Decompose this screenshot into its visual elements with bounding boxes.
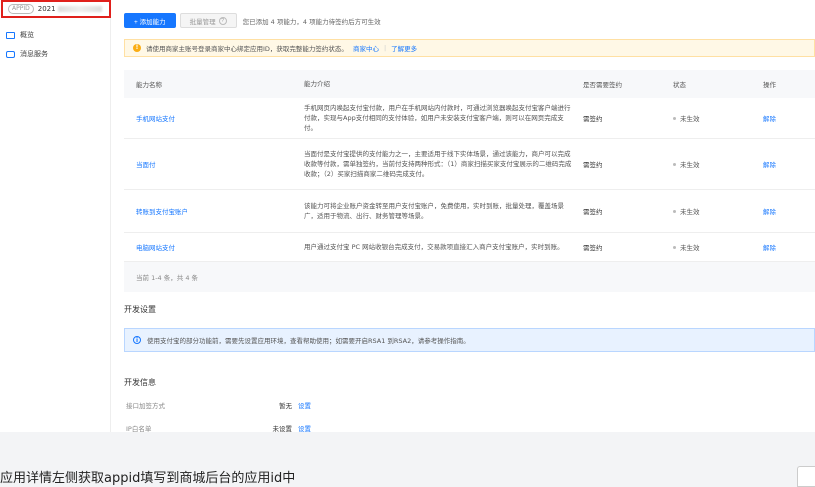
toolbar-hint: 您已添加 4 项能力，4 项能力待签约后方可生效: [242, 17, 381, 26]
ability-desc: 用户通过支付宝 PC 网站收银台完成支付，交易款项直接汇入商户支付宝账户，实时到…: [304, 243, 564, 251]
sidebar-item-label: 消息服务: [20, 50, 48, 58]
set-signing-link[interactable]: 设置: [298, 400, 311, 410]
sign-required: 需签约: [583, 115, 603, 123]
sign-required: 需签约: [583, 161, 603, 169]
unbind-link[interactable]: 解除: [763, 206, 815, 216]
message-icon: [6, 50, 15, 58]
learn-more-link[interactable]: 了解更多: [391, 43, 417, 53]
table-pagination: 当前 1-4 条，共 4 条: [124, 262, 815, 292]
divider: |: [383, 44, 387, 52]
sign-required: 需签约: [583, 208, 603, 216]
field-value: 未设置: [272, 425, 293, 433]
app-id-selector[interactable]: APPID 2021: [1, 0, 111, 18]
header-status: 状态: [673, 81, 686, 89]
status-badge: 未生效: [673, 159, 763, 169]
dev-settings-title: 开发设置: [124, 305, 156, 314]
status-text: 未生效: [680, 161, 700, 169]
ability-desc: 该能力可将企业账户资金转至用户支付宝账户，免费使用，实时到账，批量处理，覆盖场景…: [304, 202, 564, 220]
header-sign: 是否需要签约: [583, 81, 622, 89]
status-dot-icon: [673, 245, 676, 249]
batch-manage-label: 批量管理: [189, 18, 216, 26]
sidebar-item-label: 概览: [20, 31, 34, 39]
status-badge: 未生效: [673, 242, 763, 252]
sidebar: APPID 2021 概览 消息服务: [0, 0, 111, 432]
field-label: 接口加签方式: [126, 402, 165, 410]
table-row: 转账到支付宝账户 该能力可将企业账户资金转至用户支付宝账户，免费使用，实时到账，…: [124, 190, 815, 233]
question-icon: ?: [218, 16, 227, 25]
main-content: + 添加能力 批量管理 ? 您已添加 4 项能力，4 项能力待签约后方可生效 !…: [112, 0, 815, 433]
status-text: 未生效: [680, 208, 700, 216]
status-badge: 未生效: [673, 206, 763, 216]
ability-name-link[interactable]: 手机网站支付: [124, 113, 304, 123]
unbind-link[interactable]: 解除: [763, 113, 815, 123]
header-desc: 能力介绍: [304, 80, 330, 88]
table-row: 当面付 当面付是支付宝提供的支付能力之一，主要适用于线下实体场景，通过该能力，商…: [124, 139, 815, 190]
table-header: 能力名称 能力介绍 是否需要签约 状态 操作: [124, 70, 815, 98]
sign-required: 需签约: [583, 244, 603, 252]
status-text: 未生效: [680, 244, 700, 252]
info-notice: i 使用支付宝的部分功能前，需要先设置应用环境，查看帮助使用；如需要开启RSA1…: [124, 328, 815, 352]
unbind-link[interactable]: 解除: [763, 242, 815, 252]
info-icon: i: [133, 336, 141, 344]
warning-notice: ! 请使用商家主账号登录商家中心绑定应用ID，获取完整能力签约状态。 商家中心 …: [124, 39, 815, 57]
status-dot-icon: [673, 116, 676, 120]
ip-whitelist-row: IP白名单 未设置 设置: [126, 423, 311, 433]
app-tag: APPID: [8, 4, 34, 14]
app-id-blurred: [57, 6, 102, 12]
status-dot-icon: [673, 162, 676, 166]
info-text: 使用支付宝的部分功能前，需要先设置应用环境，查看帮助使用；如需要开启RSA1 到…: [147, 337, 470, 345]
add-ability-button[interactable]: + 添加能力: [124, 13, 176, 28]
ability-name-link[interactable]: 当面付: [124, 159, 304, 169]
status-badge: 未生效: [673, 113, 763, 123]
warning-icon: !: [133, 44, 141, 52]
ability-name-link[interactable]: 电脑网站支付: [124, 242, 304, 252]
corner-button[interactable]: [797, 466, 815, 487]
ability-table: 能力名称 能力介绍 是否需要签约 状态 操作 手机网站支付 手机网页内唤起支付宝…: [124, 70, 815, 292]
sidebar-item-overview[interactable]: 概览: [6, 30, 34, 40]
field-value: 暂无: [279, 402, 292, 410]
unbind-link[interactable]: 解除: [763, 159, 815, 169]
field-label: IP白名单: [126, 425, 152, 433]
signing-method-row: 接口加签方式 暂无 设置: [126, 400, 311, 410]
ability-name-link[interactable]: 转账到支付宝账户: [124, 206, 304, 216]
dev-info-title: 开发信息: [124, 378, 156, 387]
batch-manage-button[interactable]: 批量管理 ?: [179, 13, 237, 28]
ability-desc: 手机网页内唤起支付宝付款，用户在手机网站内付款时，可通过浏览器唤起支付宝客户端进…: [304, 104, 571, 132]
header-action: 操作: [763, 81, 776, 89]
status-dot-icon: [673, 209, 676, 213]
notice-text: 请使用商家主账号登录商家中心绑定应用ID，获取完整能力签约状态。: [146, 45, 348, 53]
toolbar: + 添加能力 批量管理 ? 您已添加 4 项能力，4 项能力待签约后方可生效: [124, 13, 381, 28]
table-row: 手机网站支付 手机网页内唤起支付宝付款，用户在手机网站内付款时，可通过浏览器唤起…: [124, 98, 815, 139]
ability-desc: 当面付是支付宝提供的支付能力之一，主要适用于线下实体场景，通过该能力，商户可以完…: [304, 150, 572, 178]
app-window: APPID 2021 概览 消息服务 + 添加能力 批量管理 ? 您已添加 4 …: [0, 0, 815, 433]
sidebar-item-messages[interactable]: 消息服务: [6, 49, 48, 59]
header-name: 能力名称: [136, 81, 162, 89]
merchant-center-link[interactable]: 商家中心: [353, 43, 379, 53]
set-ip-link[interactable]: 设置: [298, 423, 311, 433]
status-text: 未生效: [680, 115, 700, 123]
app-id-value: 2021: [37, 5, 56, 13]
monitor-icon: [6, 31, 15, 39]
caption-text: 应用详情左侧获取appid填写到商城后台的应用id中: [0, 471, 296, 486]
table-row: 电脑网站支付 用户通过支付宝 PC 网站收银台完成支付，交易款项直接汇入商户支付…: [124, 233, 815, 262]
